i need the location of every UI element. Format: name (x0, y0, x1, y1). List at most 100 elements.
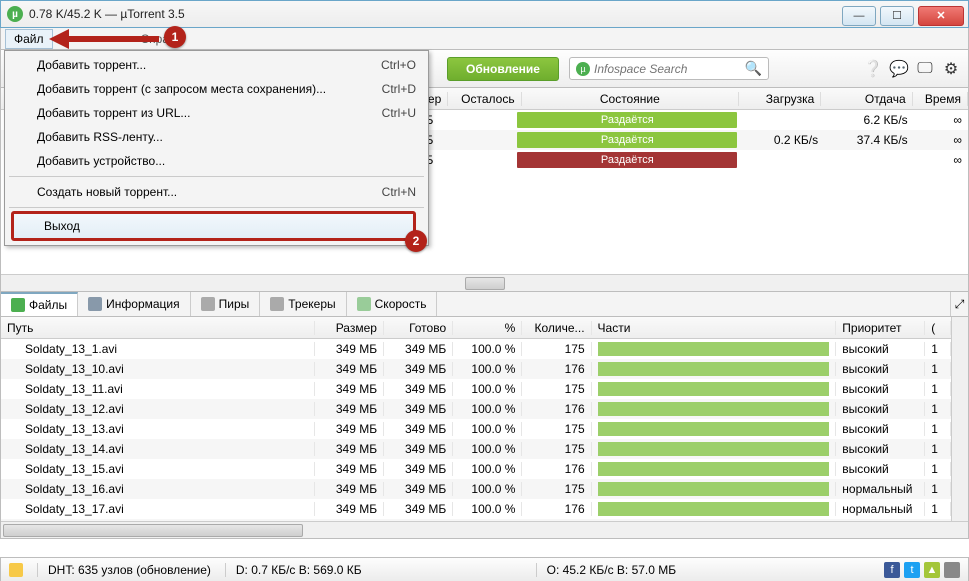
col-fsize[interactable]: Размер (315, 321, 384, 335)
col-upload[interactable]: Отдача (821, 92, 912, 106)
cell-parts (592, 482, 837, 496)
twitter-icon[interactable]: t (904, 562, 920, 578)
cell-extra: 1 (925, 342, 951, 356)
facebook-icon[interactable]: f (884, 562, 900, 578)
menu-item-label: Добавить торрент (с запросом места сохра… (37, 82, 382, 96)
update-button[interactable]: Обновление (447, 57, 559, 81)
help-icon[interactable]: ❔ (862, 58, 884, 80)
file-row[interactable]: Soldaty_13_16.avi349 МБ349 МБ100.0 %175н… (1, 479, 951, 499)
maximize-button[interactable]: ☐ (880, 6, 914, 26)
search-icon[interactable]: 🔍 (745, 60, 762, 77)
apple-icon[interactable] (944, 562, 960, 578)
cell-priority: высокий (836, 462, 925, 476)
menu-item-shortcut: Ctrl+N (382, 185, 416, 199)
file-row[interactable]: Soldaty_13_11.avi349 МБ349 МБ100.0 %175в… (1, 379, 951, 399)
info-icon (88, 297, 102, 311)
file-row[interactable]: Soldaty_13_15.avi349 МБ349 МБ100.0 %176в… (1, 459, 951, 479)
menu-exit[interactable]: Выход (14, 214, 413, 238)
cell-done: 349 МБ (384, 502, 453, 516)
file-row[interactable]: Soldaty_13_13.avi349 МБ349 МБ100.0 %175в… (1, 419, 951, 439)
menu-item-label: Создать новый торрент... (37, 185, 382, 199)
files-scrollbar-v[interactable] (951, 317, 968, 521)
cell-cnt: 175 (522, 482, 591, 496)
settings-icon[interactable]: ⚙ (940, 58, 962, 80)
cell-fsize: 349 МБ (315, 502, 384, 516)
tabs-expand-icon[interactable]: ⤢ (950, 292, 968, 316)
col-pct[interactable]: % (453, 321, 522, 335)
menu-item[interactable]: Добавить RSS-ленту... (7, 125, 426, 149)
tab-files-label: Файлы (29, 298, 67, 312)
android-icon[interactable]: ▲ (924, 562, 940, 578)
menu-exit-label: Выход (44, 219, 403, 233)
col-path[interactable]: Путь (1, 321, 315, 335)
cell-pct: 100.0 % (453, 502, 522, 516)
cell-cnt: 176 (522, 462, 591, 476)
files-scrollbar-h[interactable] (1, 521, 968, 538)
cell-parts (592, 362, 837, 376)
search-box[interactable]: µ 🔍 (569, 57, 769, 80)
col-done[interactable]: Готово (384, 321, 453, 335)
cell-done: 349 МБ (384, 362, 453, 376)
col-download[interactable]: Загрузка (739, 92, 821, 106)
cell-done: 349 МБ (384, 482, 453, 496)
minimize-button[interactable]: — (842, 6, 876, 26)
col-time[interactable]: Время (913, 92, 968, 106)
remote-icon[interactable]: 🖵 (914, 58, 936, 80)
speed-icon (357, 297, 371, 311)
cell-cnt: 175 (522, 342, 591, 356)
cell-path: Soldaty_13_12.avi (1, 402, 315, 416)
col-extra[interactable]: ( (925, 321, 951, 335)
tab-info[interactable]: Информация (78, 292, 190, 316)
file-row[interactable]: Soldaty_13_17.avi349 МБ349 МБ100.0 %176н… (1, 499, 951, 519)
cell-pct: 100.0 % (453, 342, 522, 356)
cell-path: Soldaty_13_15.avi (1, 462, 315, 476)
torrent-scrollbar-h[interactable] (1, 274, 968, 291)
cell-path: Soldaty_13_10.avi (1, 362, 315, 376)
chat-icon[interactable]: 💬 (888, 58, 910, 80)
search-input[interactable] (594, 62, 734, 76)
cell-priority: высокий (836, 402, 925, 416)
status-dht: DHT: 635 узлов (обновление) (37, 563, 211, 577)
tab-speed[interactable]: Скорость (347, 292, 438, 316)
menu-item[interactable]: Добавить торрент (с запросом места сохра… (7, 77, 426, 101)
file-row[interactable]: Soldaty_13_1.avi349 МБ349 МБ100.0 %175вы… (1, 339, 951, 359)
col-state[interactable]: Состояние (522, 92, 739, 106)
file-row[interactable]: Soldaty_13_14.avi349 МБ349 МБ100.0 %175в… (1, 439, 951, 459)
col-parts[interactable]: Части (592, 321, 837, 335)
file-row[interactable]: Soldaty_13_10.avi349 МБ349 МБ100.0 %176в… (1, 359, 951, 379)
close-button[interactable]: ✕ (918, 6, 964, 26)
col-priority[interactable]: Приоритет (836, 321, 925, 335)
menu-item[interactable]: Добавить торрент...Ctrl+O (7, 53, 426, 77)
tab-trackers[interactable]: Трекеры (260, 292, 346, 316)
cell-time: ∞ (914, 113, 968, 127)
menu-separator (9, 176, 424, 177)
file-row[interactable]: Soldaty_13_12.avi349 МБ349 МБ100.0 %176в… (1, 399, 951, 419)
cell-state: Раздаётся (511, 152, 743, 168)
annotation-bubble-2: 2 (405, 230, 427, 252)
col-remain[interactable]: Осталось (448, 92, 521, 106)
cell-priority: высокий (836, 342, 925, 356)
cell-upload: 37.4 КБ/s (824, 133, 914, 147)
cell-cnt: 175 (522, 422, 591, 436)
tab-files[interactable]: Файлы (1, 292, 78, 316)
cell-fsize: 349 МБ (315, 402, 384, 416)
detail-tabs: Файлы Информация Пиры Трекеры Скорость ⤢ (0, 292, 969, 317)
menu-item-shortcut: Ctrl+U (382, 106, 416, 120)
menu-item[interactable]: Добавить торрент из URL...Ctrl+U (7, 101, 426, 125)
cell-download: 0.2 КБ/s (743, 133, 824, 147)
cell-pct: 100.0 % (453, 422, 522, 436)
menu-item[interactable]: Создать новый торрент...Ctrl+N (7, 180, 426, 204)
cell-fsize: 349 МБ (315, 342, 384, 356)
tab-peers[interactable]: Пиры (191, 292, 261, 316)
cell-path: Soldaty_13_13.avi (1, 422, 315, 436)
network-status-icon[interactable] (9, 563, 23, 577)
cell-path: Soldaty_13_14.avi (1, 442, 315, 456)
menu-item[interactable]: Добавить устройство... (7, 149, 426, 173)
cell-extra: 1 (925, 442, 951, 456)
menu-file[interactable]: Файл (5, 29, 53, 49)
cell-extra: 1 (925, 402, 951, 416)
titlebar: µ 0.78 K/45.2 K — µTorrent 3.5 — ☐ ✕ (0, 0, 969, 28)
col-count[interactable]: Количе... (522, 321, 591, 335)
cell-parts (592, 382, 837, 396)
cell-time: ∞ (914, 153, 968, 167)
